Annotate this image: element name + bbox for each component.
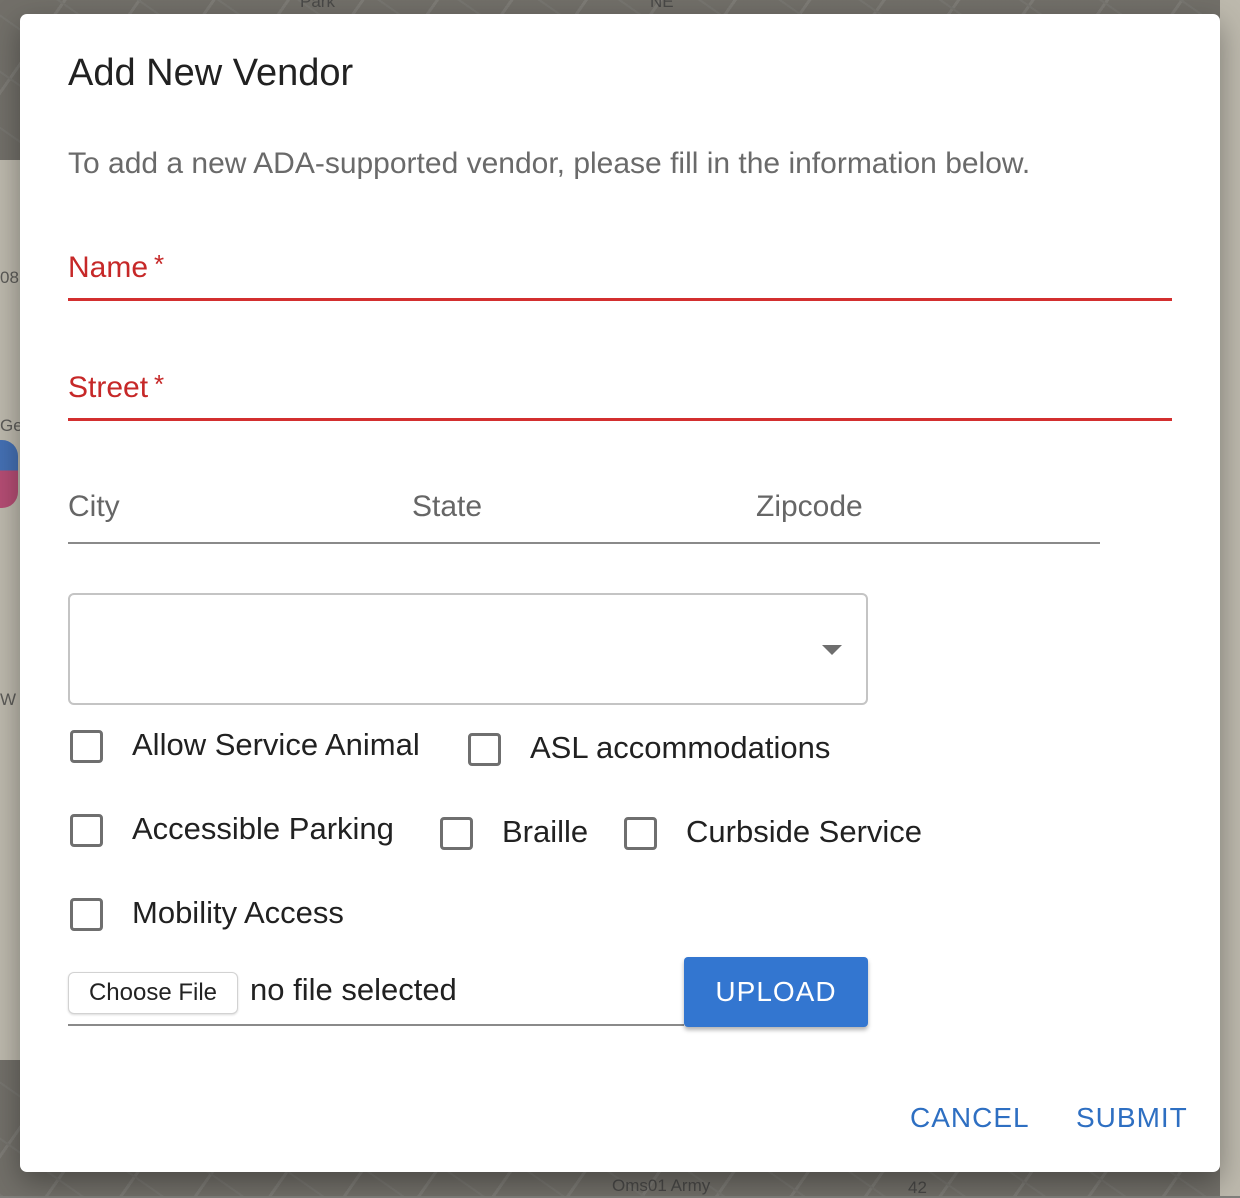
checkbox-box[interactable] — [624, 817, 657, 850]
chevron-down-icon[interactable] — [822, 645, 842, 655]
name-field[interactable]: Name * — [68, 249, 1172, 301]
map-label: Oms01 Army — [612, 1176, 711, 1195]
street-underline — [68, 418, 1172, 421]
dialog-title: Add New Vendor — [68, 52, 354, 94]
map-label: 42 — [908, 1178, 927, 1197]
name-input[interactable] — [68, 249, 1172, 301]
checkbox-label: Mobility Access — [132, 895, 344, 930]
checkbox-box[interactable] — [70, 898, 103, 931]
zipcode-field[interactable]: Zipcode — [756, 490, 863, 524]
cancel-button[interactable]: CANCEL — [910, 1102, 1030, 1134]
map-road — [0, 160, 20, 1060]
checkbox-label: Braille — [502, 814, 589, 849]
checkbox-label: Curbside Service — [686, 814, 923, 849]
checkbox-box[interactable] — [440, 817, 473, 850]
file-input[interactable]: Choose File no file selected — [68, 972, 684, 1026]
city-state-zip-row[interactable]: City State Zipcode — [68, 490, 1100, 544]
street-field[interactable]: Street * — [68, 369, 1172, 421]
checkbox-box[interactable] — [70, 730, 103, 763]
name-underline — [68, 298, 1172, 301]
map-road — [1220, 0, 1240, 1196]
choose-file-button[interactable]: Choose File — [68, 972, 238, 1014]
upload-button[interactable]: UPLOAD — [684, 957, 868, 1027]
vendor-type-select[interactable] — [68, 593, 868, 705]
checkbox-label: ASL accommodations — [530, 730, 831, 765]
state-field[interactable]: State — [412, 490, 482, 524]
add-vendor-dialog: Add New Vendor To add a new ADA-supporte… — [20, 14, 1220, 1172]
checkbox-box[interactable] — [70, 814, 103, 847]
map-marker-icon[interactable] — [0, 440, 18, 508]
map-label: Park — [300, 0, 335, 11]
checkbox-label: Accessible Parking — [132, 811, 394, 846]
dialog-description: To add a new ADA-supported vendor, pleas… — [68, 147, 1031, 180]
map-label: NE — [650, 0, 674, 11]
map-label: 08 — [0, 268, 19, 287]
file-status: no file selected — [250, 972, 457, 1007]
street-input[interactable] — [68, 369, 1172, 421]
map-label: W — [0, 690, 17, 709]
checkbox-box[interactable] — [468, 733, 501, 766]
city-field[interactable]: City — [68, 490, 120, 524]
submit-button[interactable]: SUBMIT — [1076, 1102, 1188, 1134]
checkbox-label: Allow Service Animal — [132, 727, 420, 762]
